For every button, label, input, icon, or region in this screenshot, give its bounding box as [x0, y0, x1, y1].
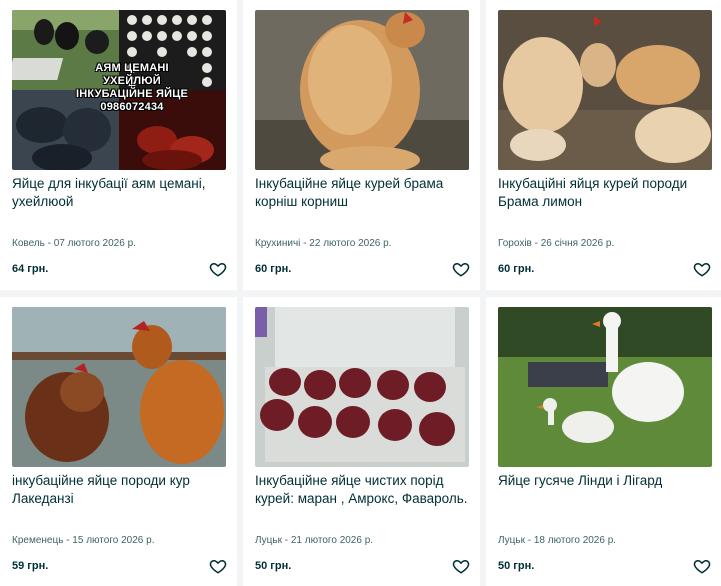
listing-title[interactable]: Інкубаційне яйце чистих порід курей: мар…	[255, 472, 470, 508]
listing-photo[interactable]: АЯМ ЦЕМАНІ УХЕЙЛЮЙ ІНКУБАЦІЙНЕ ЯЙЦЕ 0986…	[12, 10, 226, 170]
photo-white-geese	[498, 307, 712, 467]
photo-brahma-hen	[255, 10, 469, 170]
photo-caption-line: АЯМ ЦЕМАНІ	[95, 62, 169, 74]
heart-outline-icon[interactable]	[452, 260, 470, 278]
photo-brahma-lemon-chickens	[498, 10, 712, 170]
listing-price: 50 грн.	[255, 560, 292, 572]
listing-photo[interactable]	[12, 307, 226, 467]
photo-maran-eggs-carton	[255, 307, 469, 467]
photo-caption-line: 0986072434	[100, 101, 164, 113]
listing-price: 60 грн.	[498, 263, 535, 275]
listing-title[interactable]: Яйце гусяче Лінди і Лігард	[498, 472, 713, 490]
listing-title[interactable]: Інкубаційні яйця курей породи Брама лимо…	[498, 175, 713, 211]
listing-photo[interactable]	[255, 10, 469, 170]
listing-location-date: Кременець - 15 лютого 2026 р.	[12, 535, 155, 546]
photo-caption-line: ІНКУБАЦІЙНЕ ЯЙЦЕ	[76, 88, 188, 100]
listing-photo[interactable]	[498, 307, 712, 467]
listing-location-date: Горохів - 26 січня 2026 р.	[498, 238, 615, 249]
listing-price: 59 грн.	[12, 560, 49, 572]
photo-caption-line: УХЕЙЛЮЙ	[103, 75, 161, 87]
listing-location-date: Луцьк - 18 лютого 2026 р.	[498, 535, 617, 546]
listing-location-date: Крухиничі - 22 лютого 2026 р.	[255, 238, 392, 249]
listing-card[interactable]: інкубаційне яйце породи кур Лакеданзі Кр…	[0, 297, 237, 586]
listing-card[interactable]: Інкубаційне яйце чистих порід курей: мар…	[243, 297, 480, 586]
listing-title[interactable]: Яйце для інкубації аям цемані, ухейлюой	[12, 175, 227, 211]
listing-photo[interactable]	[498, 10, 712, 170]
heart-outline-icon[interactable]	[693, 260, 711, 278]
listing-price: 64 грн.	[12, 263, 49, 275]
listing-card[interactable]: АЯМ ЦЕМАНІ УХЕЙЛЮЙ ІНКУБАЦІЙНЕ ЯЙЦЕ 0986…	[0, 0, 237, 290]
listing-photo[interactable]	[255, 307, 469, 467]
listing-card[interactable]: Яйце гусяче Лінди і Лігард Луцьк - 18 лю…	[486, 297, 721, 586]
photo-caption: АЯМ ЦЕМАНІ УХЕЙЛЮЙ ІНКУБАЦІЙНЕ ЯЙЦЕ 0986…	[72, 62, 192, 114]
heart-outline-icon[interactable]	[209, 557, 227, 575]
listing-price: 60 грн.	[255, 263, 292, 275]
listing-location-date: Луцьк - 21 лютого 2026 р.	[255, 535, 374, 546]
listing-title[interactable]: інкубаційне яйце породи кур Лакеданзі	[12, 472, 227, 508]
listing-price: 50 грн.	[498, 560, 535, 572]
heart-outline-icon[interactable]	[209, 260, 227, 278]
heart-outline-icon[interactable]	[693, 557, 711, 575]
listing-card[interactable]: Інкубаційні яйця курей породи Брама лимо…	[486, 0, 721, 290]
listing-title[interactable]: Інкубаційне яйце курей брама корніш корн…	[255, 175, 470, 211]
listing-card[interactable]: Інкубаційне яйце курей брама корніш корн…	[243, 0, 480, 290]
listing-grid: АЯМ ЦЕМАНІ УХЕЙЛЮЙ ІНКУБАЦІЙНЕ ЯЙЦЕ 0986…	[0, 0, 721, 586]
heart-outline-icon[interactable]	[452, 557, 470, 575]
photo-lakedanzi-chickens	[12, 307, 226, 467]
listing-location-date: Ковель - 07 лютого 2026 р.	[12, 238, 136, 249]
